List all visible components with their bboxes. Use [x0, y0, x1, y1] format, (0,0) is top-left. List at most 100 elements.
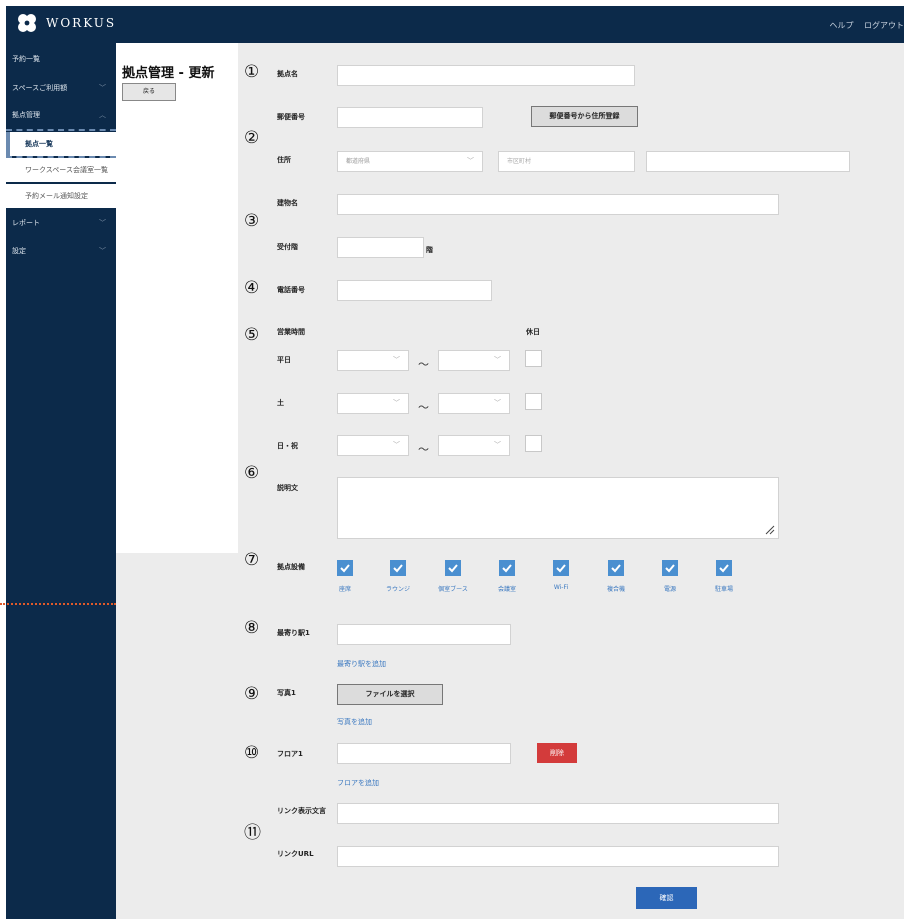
saturday-open-select[interactable]: ﹀: [337, 393, 409, 414]
base-name-label: 拠点名: [277, 70, 298, 78]
back-button[interactable]: 戻る: [122, 83, 176, 101]
top-bar: WORKUS ヘルプ ログアウト: [6, 6, 904, 43]
delete-floor-button[interactable]: 削除: [537, 743, 577, 763]
weekday-label: 平日: [277, 356, 291, 364]
saturday-close-select[interactable]: ﹀: [438, 393, 510, 414]
chevron-down-icon: ﹀: [99, 84, 106, 92]
description-textarea[interactable]: [337, 477, 779, 539]
chevron-down-icon: ﹀: [393, 441, 400, 449]
tilde-separator: ～: [418, 443, 429, 456]
logo[interactable]: WORKUS: [16, 12, 116, 34]
sidebar-item-label: レポート: [12, 219, 40, 227]
link-text-label: リンク表示文言: [277, 807, 326, 815]
facility-label: ラウンジ: [385, 586, 410, 593]
sidebar-item-settings[interactable]: 設定 ﹀: [6, 239, 116, 263]
add-floor-link[interactable]: フロアを追加: [337, 778, 379, 788]
facility-label: 電源: [663, 586, 676, 593]
weekday-close-select[interactable]: ﹀: [438, 350, 510, 371]
postal-lookup-button[interactable]: 郵便番号から住所登録: [531, 106, 638, 127]
saturday-holiday-checkbox[interactable]: [525, 393, 542, 410]
add-station-link[interactable]: 最寄り駅を追加: [337, 659, 386, 669]
facility-checkbox[interactable]: [608, 560, 624, 576]
facility-item[interactable]: Wi-Fi: [541, 560, 581, 591]
facility-item[interactable]: ラウンジ: [378, 560, 418, 593]
facility-item[interactable]: 駐車場: [704, 560, 744, 593]
help-link[interactable]: ヘルプ: [829, 21, 853, 30]
tilde-separator: ～: [418, 358, 429, 371]
saturday-label: 土: [277, 399, 284, 407]
file-select-button[interactable]: ファイルを選択: [337, 684, 443, 705]
checkmark-icon: [502, 564, 512, 573]
facility-item[interactable]: 電源: [650, 560, 690, 593]
page-title: 拠点管理 - 更新: [122, 66, 215, 81]
clover-logo-icon: [18, 14, 36, 32]
facility-item[interactable]: 会議室: [487, 560, 527, 593]
sidebar-item-space-usage[interactable]: スペースご利用額 ﹀: [6, 76, 116, 100]
reception-floor-input[interactable]: [337, 237, 424, 258]
focus-outline: [6, 129, 116, 131]
resize-handle-icon[interactable]: [765, 525, 775, 535]
floor-suffix: 階: [426, 246, 433, 254]
marker-3: ③: [244, 211, 260, 231]
weekday-holiday-checkbox[interactable]: [525, 350, 542, 367]
chevron-down-icon: ﹀: [393, 399, 400, 407]
sidebar-subitem-label: ワークスペース会議室一覧: [25, 166, 108, 174]
facility-item[interactable]: 複合機: [596, 560, 636, 593]
station-label: 最寄り駅1: [277, 629, 310, 637]
checkmark-icon: [556, 564, 566, 573]
facilities-label: 拠点設備: [277, 563, 305, 571]
marker-11: ⑪: [244, 823, 261, 843]
chevron-down-icon: ﹀: [99, 247, 106, 255]
weekday-open-select[interactable]: ﹀: [337, 350, 409, 371]
tilde-separator: ～: [418, 401, 429, 414]
link-text-input[interactable]: [337, 803, 779, 824]
sidebar-item-report[interactable]: レポート ﹀: [6, 211, 116, 235]
phone-input[interactable]: [337, 280, 492, 301]
add-photo-link[interactable]: 写真を追加: [337, 717, 372, 727]
facility-checkbox[interactable]: [445, 560, 461, 576]
sidebar-subitem-label: 拠点一覧: [25, 140, 53, 148]
sidebar-item-base-management[interactable]: 拠点管理 ︿: [6, 103, 116, 127]
marker-1: ①: [244, 62, 260, 82]
base-name-input[interactable]: [337, 65, 635, 86]
sidebar-subitem-workspace-list[interactable]: ワークスペース会議室一覧: [6, 158, 116, 182]
facility-checkbox[interactable]: [553, 560, 569, 576]
checkmark-icon: [393, 564, 403, 573]
sidebar-subitem-mail-settings[interactable]: 予約メール通知設定: [6, 184, 116, 208]
floor-input[interactable]: [337, 743, 511, 764]
building-input[interactable]: [337, 194, 779, 215]
marker-2: ②: [244, 128, 260, 148]
sidebar-item-label: 予約一覧: [12, 55, 40, 63]
marker-4: ④: [244, 278, 260, 298]
facility-item[interactable]: 座席: [325, 560, 365, 593]
prefecture-select[interactable]: 都道府県 ﹀: [337, 151, 483, 172]
sidebar-item-reservations[interactable]: 予約一覧: [6, 47, 116, 71]
city-input[interactable]: 市区町村: [498, 151, 635, 172]
station-input[interactable]: [337, 624, 511, 645]
sidebar-subitem-base-list[interactable]: 拠点一覧: [6, 132, 116, 156]
postal-input[interactable]: [337, 107, 483, 128]
chevron-up-icon: ︿: [99, 111, 106, 119]
facility-checkbox[interactable]: [662, 560, 678, 576]
checkmark-icon: [665, 564, 675, 573]
facility-label: 駐車場: [714, 586, 733, 593]
chevron-down-icon: ﹀: [494, 399, 501, 407]
sunday-close-select[interactable]: ﹀: [438, 435, 510, 456]
street-input[interactable]: [646, 151, 850, 172]
facility-checkbox[interactable]: [716, 560, 732, 576]
facility-label: 個室ブース: [438, 586, 468, 593]
sunday-holiday-checkbox[interactable]: [525, 435, 542, 452]
link-url-input[interactable]: [337, 846, 779, 867]
checkmark-icon: [340, 564, 350, 573]
top-links: ヘルプ ログアウト: [821, 20, 904, 31]
sidebar-item-label: 拠点管理: [12, 111, 40, 119]
chevron-down-icon: ﹀: [494, 441, 501, 449]
sunday-open-select[interactable]: ﹀: [337, 435, 409, 456]
confirm-button[interactable]: 確認: [636, 887, 697, 909]
facility-checkbox[interactable]: [499, 560, 515, 576]
logout-link[interactable]: ログアウト: [864, 21, 904, 30]
facility-checkbox[interactable]: [390, 560, 406, 576]
facility-checkbox[interactable]: [337, 560, 353, 576]
facility-item[interactable]: 個室ブース: [433, 560, 473, 593]
checkmark-icon: [448, 564, 458, 573]
